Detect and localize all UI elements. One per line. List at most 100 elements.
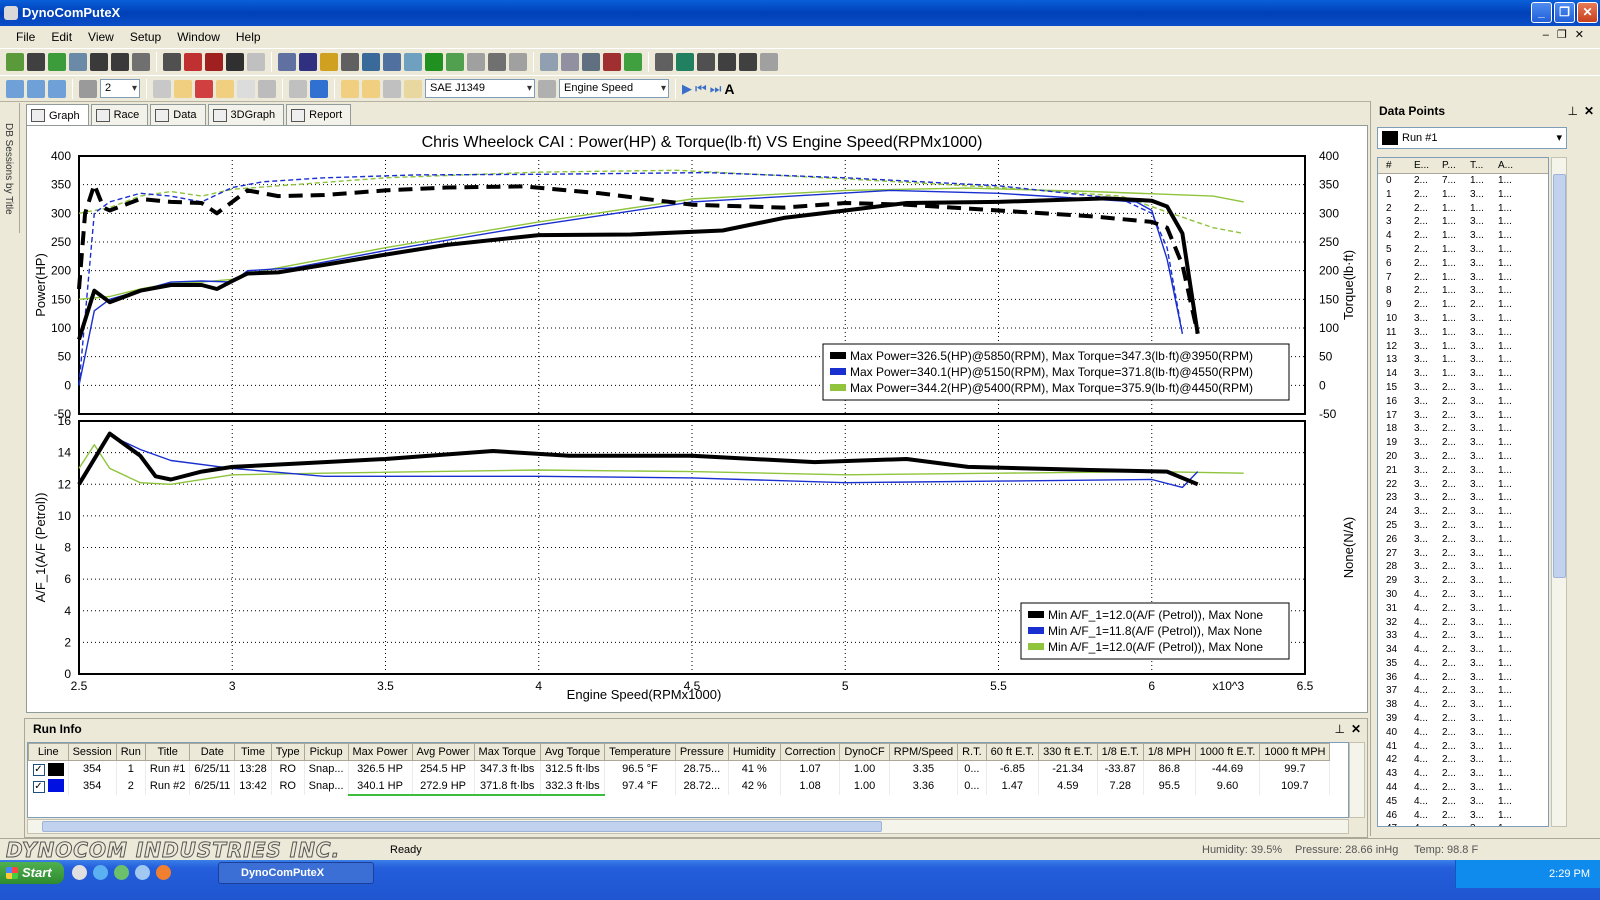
- export-icon[interactable]: [383, 79, 401, 98]
- table-row[interactable]: 10 3... 1... 3... 1...: [1378, 312, 1548, 326]
- table-row[interactable]: 21 3... 2... 3... 1...: [1378, 464, 1548, 478]
- table-row[interactable]: 34 4... 2... 3... 1...: [1378, 643, 1548, 657]
- checkbox[interactable]: ✓: [32, 763, 45, 776]
- table-row[interactable]: 24 3... 2... 3... 1...: [1378, 505, 1548, 519]
- run-info-table[interactable]: Line Session Run Title Date Time Type Pickup Max…: [27, 742, 1349, 818]
- toolbar-tool-icon[interactable]: [718, 53, 736, 71]
- toolbar-tool-icon[interactable]: [624, 53, 642, 71]
- column-header[interactable]: 330 ft E.T.: [1038, 743, 1098, 761]
- toolbar-tool-icon[interactable]: [226, 53, 244, 71]
- table-row[interactable]: 3 2... 1... 3... 1...: [1378, 215, 1548, 229]
- minimize-button[interactable]: _: [1531, 2, 1552, 23]
- column-header[interactable]: 1000 ft MPH: [1259, 743, 1331, 761]
- toolbar-tool-icon[interactable]: [247, 53, 265, 71]
- table-row[interactable]: 8 2... 1... 3... 1...: [1378, 284, 1548, 298]
- tab-graph[interactable]: Graph: [26, 104, 89, 126]
- menu-view[interactable]: View: [80, 30, 122, 44]
- checkbox[interactable]: ✓: [32, 780, 45, 793]
- column-header[interactable]: 1000 ft E.T.: [1194, 743, 1261, 761]
- table-row[interactable]: 41 4... 2... 3... 1...: [1378, 740, 1548, 754]
- toolbar-tool-icon[interactable]: [27, 53, 45, 71]
- column-header[interactable]: Session: [67, 743, 117, 761]
- tab-data[interactable]: Data: [150, 104, 206, 125]
- page-icon[interactable]: [341, 79, 359, 98]
- zoom-level-combo[interactable]: 2: [100, 79, 140, 98]
- toolbar-tool-icon[interactable]: [362, 53, 380, 71]
- zoom-in-icon[interactable]: [6, 79, 24, 98]
- pointer-icon[interactable]: [237, 79, 255, 98]
- column-header[interactable]: 1/8 MPH: [1142, 743, 1196, 761]
- zoom-out-icon[interactable]: [27, 79, 45, 98]
- mail-icon[interactable]: [72, 865, 87, 880]
- firefox-icon[interactable]: [156, 865, 171, 880]
- table-row[interactable]: 29 3... 2... 3... 1...: [1378, 574, 1548, 588]
- toolbar-tool-icon[interactable]: [488, 53, 506, 71]
- table-row[interactable]: 39 4... 2... 3... 1...: [1378, 712, 1548, 726]
- toolbar-tool-icon[interactable]: [341, 53, 359, 71]
- table-row[interactable]: 20 3... 2... 3... 1...: [1378, 450, 1548, 464]
- pin-icon[interactable]: ⊥: [1335, 719, 1345, 739]
- data-points-table[interactable]: # E... P... T... A... 0 2... 7... 1... 1... 1 2... 1…: [1377, 157, 1549, 827]
- zoom-fit-icon[interactable]: [48, 79, 66, 98]
- column-header[interactable]: DynoCF: [839, 743, 890, 761]
- desktop-icon[interactable]: [114, 865, 129, 880]
- toolbar-tool-icon[interactable]: [6, 53, 24, 71]
- table-row[interactable]: 6 2... 1... 3... 1...: [1378, 257, 1548, 271]
- toolbar-tool-icon[interactable]: [446, 53, 464, 71]
- table-row[interactable]: 22 3... 2... 3... 1...: [1378, 478, 1548, 492]
- toolbar-tool-icon[interactable]: [582, 53, 600, 71]
- table-row[interactable]: 35 4... 2... 3... 1...: [1378, 657, 1548, 671]
- tab-race[interactable]: Race: [90, 104, 149, 125]
- restore-button[interactable]: ❐: [1554, 2, 1575, 23]
- axis-icon[interactable]: [289, 79, 307, 98]
- table-row[interactable]: 46 4... 2... 3... 1...: [1378, 809, 1548, 823]
- column-header[interactable]: Max Torque: [473, 743, 541, 761]
- run-info-hscroll[interactable]: [27, 819, 1349, 834]
- color-icon[interactable]: [195, 79, 213, 98]
- align-icon[interactable]: [258, 79, 276, 98]
- grid-icon[interactable]: [79, 79, 97, 98]
- column-header[interactable]: Avg Power: [411, 743, 475, 761]
- toolbar-tool-icon[interactable]: [540, 53, 558, 71]
- dyno-chart[interactable]: Chris Wheelock CAI : Power(HP) & Torque(…: [27, 126, 1367, 712]
- column-header[interactable]: Pressure: [674, 743, 729, 761]
- toolbar-tool-icon[interactable]: [383, 53, 401, 71]
- table-row[interactable]: 11 3... 1... 3... 1...: [1378, 326, 1548, 340]
- close-icon[interactable]: ✕: [1351, 719, 1361, 739]
- toolbar-tool-icon[interactable]: [205, 53, 223, 71]
- menu-file[interactable]: File: [8, 30, 43, 44]
- table-row[interactable]: 26 3... 2... 3... 1...: [1378, 533, 1548, 547]
- run-select[interactable]: Run #1: [1377, 127, 1567, 149]
- table-row[interactable]: 15 3... 2... 3... 1...: [1378, 381, 1548, 395]
- table-row[interactable]: 12 3... 1... 3... 1...: [1378, 340, 1548, 354]
- tab-3dgraph[interactable]: 3DGraph: [207, 104, 285, 125]
- menu-help[interactable]: Help: [228, 30, 269, 44]
- toolbar-tool-icon[interactable]: [184, 53, 202, 71]
- toolbar-tool-icon[interactable]: [69, 53, 87, 71]
- column-header[interactable]: Title: [144, 743, 191, 761]
- first-icon[interactable]: ⏮: [695, 81, 707, 97]
- table-row[interactable]: 18 3... 2... 3... 1...: [1378, 422, 1548, 436]
- column-header[interactable]: R.T.: [957, 743, 987, 761]
- column-header[interactable]: Line: [28, 743, 69, 761]
- table-row[interactable]: 4 2... 1... 3... 1...: [1378, 229, 1548, 243]
- xaxis-combo[interactable]: Engine Speed: [559, 79, 669, 98]
- column-header[interactable]: Avg Torque: [539, 743, 606, 761]
- columns-icon[interactable]: [362, 79, 380, 98]
- column-header[interactable]: RPM/Speed: [888, 743, 959, 761]
- column-header[interactable]: Pickup: [303, 743, 349, 761]
- media-icon[interactable]: [135, 865, 150, 880]
- column-header[interactable]: Time: [234, 743, 272, 761]
- crosshair-icon[interactable]: [153, 79, 171, 98]
- correction-combo[interactable]: SAE J1349: [425, 79, 535, 98]
- table-row[interactable]: ✓ 354 2 Run #2 6/25/11 13:42 RO Snap... 340.1 H…: [28, 777, 1331, 796]
- table-row[interactable]: 36 4... 2... 3... 1...: [1378, 671, 1548, 685]
- toolbar-tool-icon[interactable]: [320, 53, 338, 71]
- table-row[interactable]: 19 3... 2... 3... 1...: [1378, 436, 1548, 450]
- toolbar-tool-icon[interactable]: [697, 53, 715, 71]
- column-header[interactable]: 1/8 E.T.: [1096, 743, 1144, 761]
- table-row[interactable]: 45 4... 2... 3... 1...: [1378, 795, 1548, 809]
- menu-edit[interactable]: Edit: [43, 30, 80, 44]
- table-row[interactable]: 42 4... 2... 3... 1...: [1378, 753, 1548, 767]
- toolbar-tool-icon[interactable]: [655, 53, 673, 71]
